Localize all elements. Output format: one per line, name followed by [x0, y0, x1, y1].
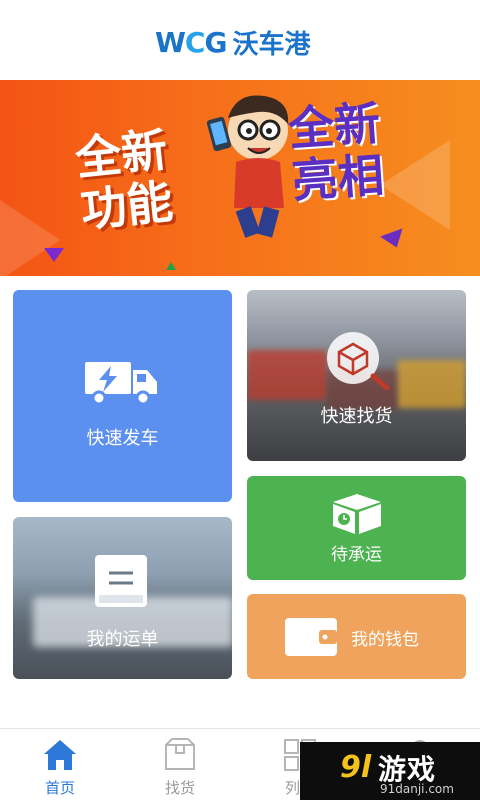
- logo-mark: WCG: [155, 26, 227, 59]
- confetti: [379, 228, 409, 252]
- confetti: [44, 248, 64, 262]
- my-wallet-tile[interactable]: 我的钱包: [247, 594, 466, 679]
- wallet-icon: [285, 618, 337, 656]
- watermark-logo: 9l: [340, 750, 372, 785]
- tab-home-label: 首页: [44, 779, 75, 797]
- app-logo: WCG 沃车港: [155, 24, 310, 61]
- banner-decoration: [380, 140, 450, 230]
- tab-find-goods-label: 找货: [164, 779, 195, 797]
- promo-banner[interactable]: 全新 功能 全新 亮相: [0, 80, 480, 276]
- truck-lightning-icon: [85, 362, 157, 406]
- watermark-url: 91danji.com: [380, 782, 454, 796]
- my-orders-label: 我的运单: [86, 629, 159, 650]
- banner-text-left: 全新 功能: [72, 122, 176, 238]
- tab-home[interactable]: 首页: [0, 729, 120, 800]
- search-package-icon: [327, 332, 390, 390]
- home-icon: [44, 740, 76, 770]
- truck-photo-bg: [247, 350, 327, 400]
- app-header: WCG 沃车港: [0, 0, 480, 80]
- package-icon: [165, 738, 195, 770]
- banner-decoration: [0, 200, 60, 276]
- document-icon: [95, 555, 147, 607]
- fast-dispatch-label: 快速发车: [86, 428, 159, 449]
- confetti: [166, 262, 176, 270]
- pending-shipment-label: 待承运: [331, 545, 382, 565]
- logo-text: 沃车港: [232, 30, 311, 60]
- my-wallet-label: 我的钱包: [351, 630, 419, 650]
- find-goods-tile[interactable]: 快速找货: [247, 290, 466, 461]
- truck-photo-bg: [397, 360, 466, 408]
- my-orders-tile[interactable]: 我的运单: [13, 517, 232, 679]
- tab-find-goods[interactable]: 找货: [120, 729, 240, 800]
- fast-dispatch-tile[interactable]: 快速发车: [13, 290, 232, 502]
- banner-text-right: 全新 亮相: [286, 95, 386, 209]
- find-goods-label: 快速找货: [320, 406, 393, 427]
- mascot-illustration: [206, 95, 289, 238]
- pending-shipment-tile[interactable]: 待承运: [247, 476, 466, 580]
- box-clock-icon: [333, 494, 381, 534]
